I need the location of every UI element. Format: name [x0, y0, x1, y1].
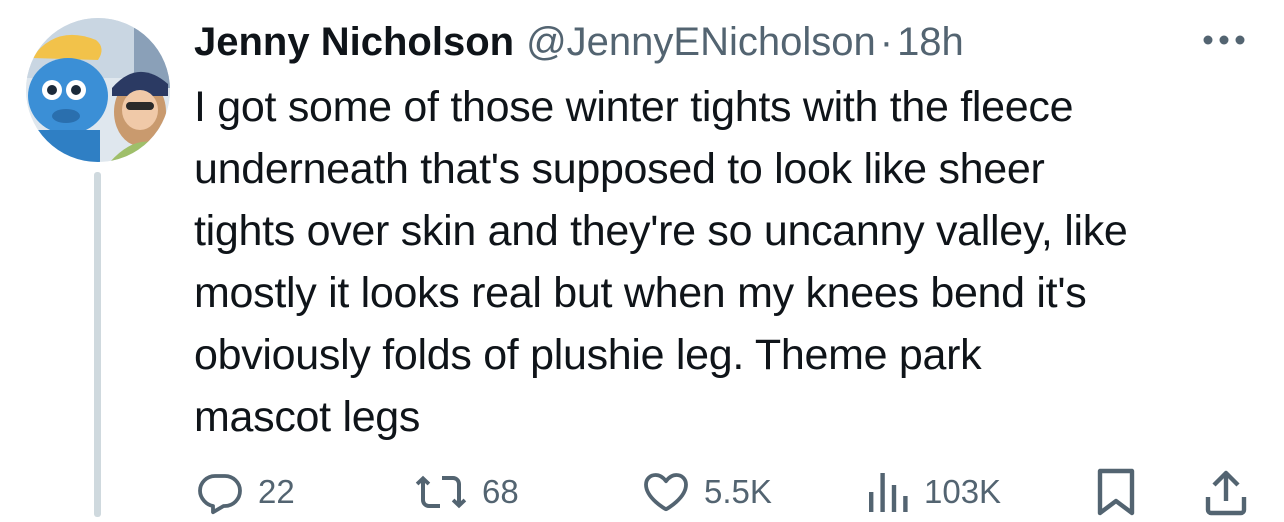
bookmark-icon — [1097, 468, 1135, 516]
view-count: 103K — [924, 473, 1002, 510]
tweet-text: I got some of those winter tights with t… — [194, 83, 1128, 441]
action-bar: 22 68 5.5K 103K — [194, 462, 1254, 522]
like-button[interactable]: 5.5K — [642, 462, 772, 522]
reply-count: 22 — [258, 473, 295, 510]
heart-icon — [644, 473, 688, 512]
thread-line — [94, 172, 101, 517]
reply-icon — [198, 474, 242, 515]
avatar[interactable] — [26, 18, 170, 162]
more-horizontal-icon — [1203, 35, 1245, 45]
reply-button[interactable]: 22 — [196, 462, 295, 522]
separator-dot: · — [879, 20, 894, 64]
author-name[interactable]: Jenny Nicholson — [194, 12, 514, 72]
author-handle[interactable]: @JennyENicholson — [526, 12, 876, 72]
timestamp[interactable]: 18h — [897, 12, 964, 72]
bookmark-button[interactable] — [1096, 462, 1136, 522]
tweet-header: Jenny Nicholson @JennyENicholson · 18h — [194, 12, 964, 72]
more-button[interactable] — [1194, 22, 1254, 58]
views-icon — [869, 473, 908, 512]
share-icon — [1205, 470, 1247, 516]
repost-button[interactable]: 68 — [414, 462, 519, 522]
repost-count: 68 — [482, 473, 519, 510]
repost-icon — [415, 475, 467, 509]
like-count: 5.5K — [704, 473, 772, 510]
share-button[interactable] — [1204, 462, 1248, 522]
views-button[interactable]: 103K — [866, 462, 1001, 522]
avatar-image — [26, 18, 170, 162]
